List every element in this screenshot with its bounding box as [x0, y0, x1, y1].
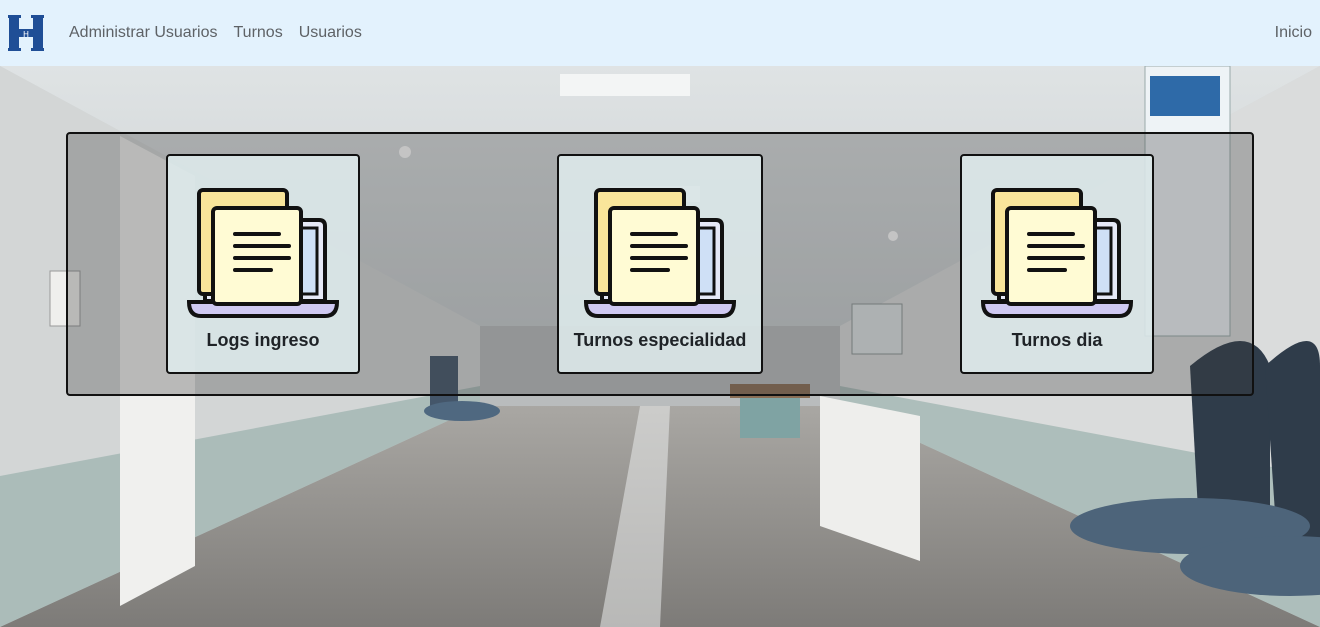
card-turnos-dia[interactable]: Turnos dia	[960, 154, 1154, 374]
navbar: H Administrar Usuarios Turnos Usuarios I…	[0, 0, 1320, 66]
card-label: Turnos especialidad	[573, 330, 747, 350]
svg-text:H: H	[23, 30, 29, 39]
laptop-documents-icon	[584, 188, 736, 318]
laptop-documents-icon	[981, 188, 1133, 318]
nav-link-administrar-usuarios[interactable]: Administrar Usuarios	[69, 24, 217, 42]
card-label: Turnos dia	[1011, 330, 1103, 350]
card-logs-ingreso[interactable]: Logs ingreso	[166, 154, 360, 374]
card-turnos-especialidad[interactable]: Turnos especialidad	[557, 154, 763, 374]
card-label: Logs ingreso	[206, 330, 320, 350]
laptop-documents-icon	[187, 188, 339, 318]
nav-link-turnos[interactable]: Turnos	[233, 24, 282, 42]
nav-link-inicio[interactable]: Inicio	[1275, 24, 1312, 42]
hospital-logo-icon[interactable]: H	[8, 13, 44, 53]
nav-link-usuarios[interactable]: Usuarios	[299, 24, 362, 42]
